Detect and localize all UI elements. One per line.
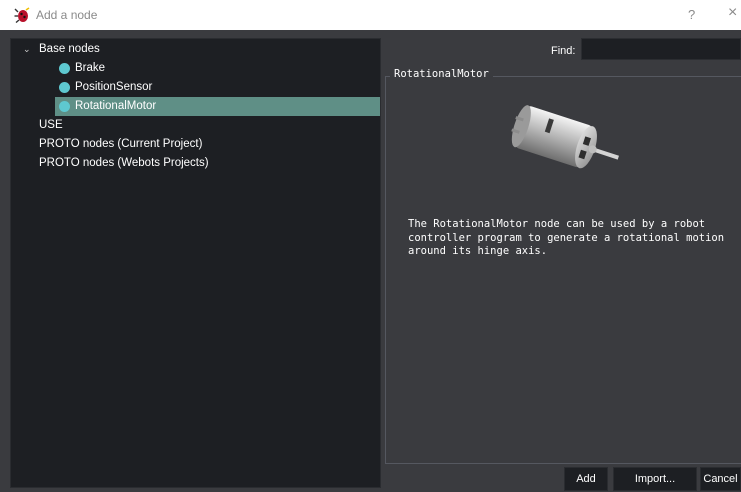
tree-item-use[interactable]: USE (11, 116, 380, 135)
cancel-button[interactable]: Cancel (700, 467, 741, 491)
node-description: The RotationalMotor node can be used by … (408, 218, 725, 257)
tree-item-proto-webots-projects[interactable]: PROTO nodes (Webots Projects) (11, 154, 380, 173)
tree-item-label: Base nodes (39, 43, 100, 55)
tree-item-label: PROTO nodes (Webots Projects) (39, 157, 209, 169)
import-button[interactable]: Import... (613, 467, 697, 491)
tree-item-rotationalmotor[interactable]: RotationalMotor (55, 97, 380, 116)
close-button[interactable]: × (728, 4, 737, 22)
tree-item-label: Brake (75, 62, 106, 74)
add-button[interactable]: Add (564, 467, 608, 491)
tree-item-label: RotationalMotor (75, 100, 157, 112)
tree-item-base-nodes[interactable]: ⌄ Base nodes (11, 40, 380, 59)
help-button[interactable]: ? (688, 7, 695, 22)
node-dot-icon (59, 101, 70, 112)
tree-item-label: PositionSensor (75, 81, 153, 93)
node-dot-icon (59, 82, 70, 93)
tree-item-brake[interactable]: Brake (11, 59, 380, 78)
find-label: Find: (551, 45, 576, 57)
title-bar: Add a node ? × (0, 0, 741, 30)
tree-item-label: PROTO nodes (Current Project) (39, 138, 203, 150)
node-details-title: RotationalMotor (390, 68, 493, 80)
webots-bug-icon (14, 7, 30, 23)
node-dot-icon (59, 63, 70, 74)
tree-item-positionsensor[interactable]: PositionSensor (11, 78, 380, 97)
window-title: Add a node (36, 8, 98, 22)
node-tree[interactable]: ⌄ Base nodes Brake PositionSensor Rotati… (10, 38, 381, 488)
rotational-motor-icon (511, 105, 619, 169)
tree-item-label: USE (39, 119, 63, 131)
chevron-down-icon[interactable]: ⌄ (23, 40, 31, 59)
find-input[interactable] (581, 38, 741, 60)
tree-item-proto-current-project[interactable]: PROTO nodes (Current Project) (11, 135, 380, 154)
